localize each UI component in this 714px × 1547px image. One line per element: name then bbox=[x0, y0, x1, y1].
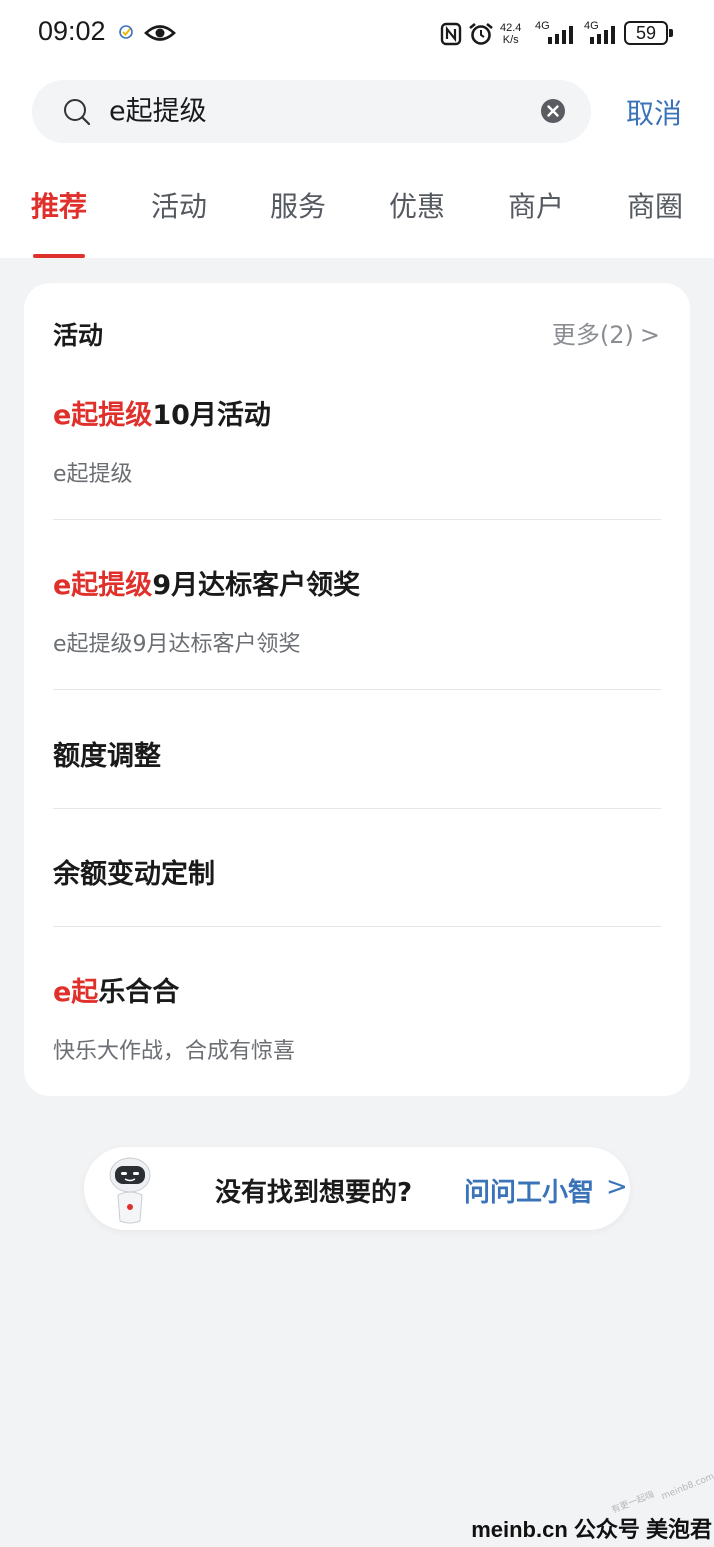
more-link[interactable]: 更多(2) > bbox=[552, 315, 660, 350]
ask-assistant-banner[interactable]: 没有找到想要的? 问问工小智 > bbox=[84, 1147, 630, 1230]
results-card: 活动 更多(2) > e起提级10月活动 e起提级 e起提级9月达标客户领奖 e起… bbox=[24, 283, 690, 1096]
battery-indicator: 59 bbox=[624, 21, 668, 45]
tab-business-district[interactable]: 商圈 bbox=[627, 185, 683, 225]
header-area: 09:02 42.4 K/s 4G 4G 59 e起提级 取消 推荐 活动 服务… bbox=[0, 0, 714, 258]
result-title-rest: 10月活动 bbox=[152, 400, 271, 431]
cancel-button[interactable]: 取消 bbox=[626, 92, 682, 132]
result-title: e起乐合合 bbox=[53, 970, 661, 1009]
result-subtitle: e起提级9月达标客户领奖 bbox=[53, 632, 301, 657]
result-item[interactable]: e起提级10月活动 e起提级 bbox=[53, 393, 661, 488]
watermark-tilted-2: meinb8.com bbox=[660, 1471, 714, 1503]
result-title: 余额变动定制 bbox=[53, 852, 661, 891]
nfc-icon bbox=[440, 22, 462, 46]
result-title-rest: 余额变动定制 bbox=[53, 859, 215, 890]
result-title-rest: 乐合合 bbox=[98, 977, 180, 1008]
result-subtitle: 快乐大作战，合成有惊喜 bbox=[53, 1039, 296, 1064]
result-title: 额度调整 bbox=[53, 734, 661, 773]
divider bbox=[53, 689, 661, 690]
network-speed-value: 42.4 bbox=[500, 22, 522, 34]
tab-recommend[interactable]: 推荐 bbox=[31, 185, 87, 225]
status-bar: 09:02 42.4 K/s 4G 4G 59 bbox=[0, 0, 714, 68]
ask-assistant-link[interactable]: 问问工小智 bbox=[464, 1172, 594, 1209]
result-title-highlight: e起提级 bbox=[53, 400, 153, 431]
alarm-icon bbox=[469, 22, 493, 45]
tab-discount[interactable]: 优惠 bbox=[389, 185, 445, 225]
search-bar[interactable] bbox=[32, 80, 591, 143]
result-item[interactable]: 额度调整 bbox=[53, 734, 661, 773]
vpn-check-icon bbox=[119, 25, 133, 39]
watermark: meinb.cn 公众号 美泡君 bbox=[471, 1517, 712, 1542]
more-link-label: 更多(2) bbox=[551, 321, 634, 349]
signal1-icon bbox=[548, 26, 573, 44]
network-speed: 42.4 K/s bbox=[500, 22, 521, 46]
chevron-right-icon: > bbox=[606, 1172, 628, 1202]
tab-merchant[interactable]: 商户 bbox=[508, 185, 564, 225]
help-question: 没有找到想要的? bbox=[215, 1178, 413, 1208]
result-title-highlight: e起提级 bbox=[53, 570, 153, 601]
battery-tip bbox=[669, 29, 673, 37]
result-title: e起提级10月活动 bbox=[53, 393, 661, 432]
signal2-icon bbox=[590, 26, 615, 44]
network-speed-unit: K/s bbox=[502, 34, 519, 46]
divider bbox=[53, 519, 661, 520]
result-item[interactable]: e起乐合合 快乐大作战，合成有惊喜 bbox=[53, 970, 661, 1065]
tab-active-indicator bbox=[33, 254, 85, 258]
search-input[interactable] bbox=[109, 80, 529, 143]
result-title-rest: 额度调整 bbox=[53, 741, 161, 772]
chevron-right-icon: > bbox=[639, 321, 660, 349]
tab-service[interactable]: 服务 bbox=[270, 185, 326, 225]
result-item[interactable]: 余额变动定制 bbox=[53, 852, 661, 891]
result-subtitle: e起提级 bbox=[53, 462, 133, 487]
eye-icon bbox=[144, 25, 176, 41]
status-time: 09:02 bbox=[38, 16, 106, 46]
divider bbox=[53, 808, 661, 809]
result-item[interactable]: e起提级9月达标客户领奖 e起提级9月达标客户领奖 bbox=[53, 563, 661, 658]
result-title: e起提级9月达标客户领奖 bbox=[53, 563, 661, 602]
clear-icon[interactable] bbox=[540, 98, 566, 124]
tab-activity[interactable]: 活动 bbox=[151, 185, 207, 225]
robot-assistant-icon bbox=[109, 1157, 151, 1224]
section-title: 活动 bbox=[53, 321, 104, 350]
result-title-highlight: e起 bbox=[53, 977, 99, 1008]
result-title-rest: 9月达标客户领奖 bbox=[152, 570, 361, 601]
divider bbox=[53, 926, 661, 927]
search-icon bbox=[64, 99, 91, 126]
